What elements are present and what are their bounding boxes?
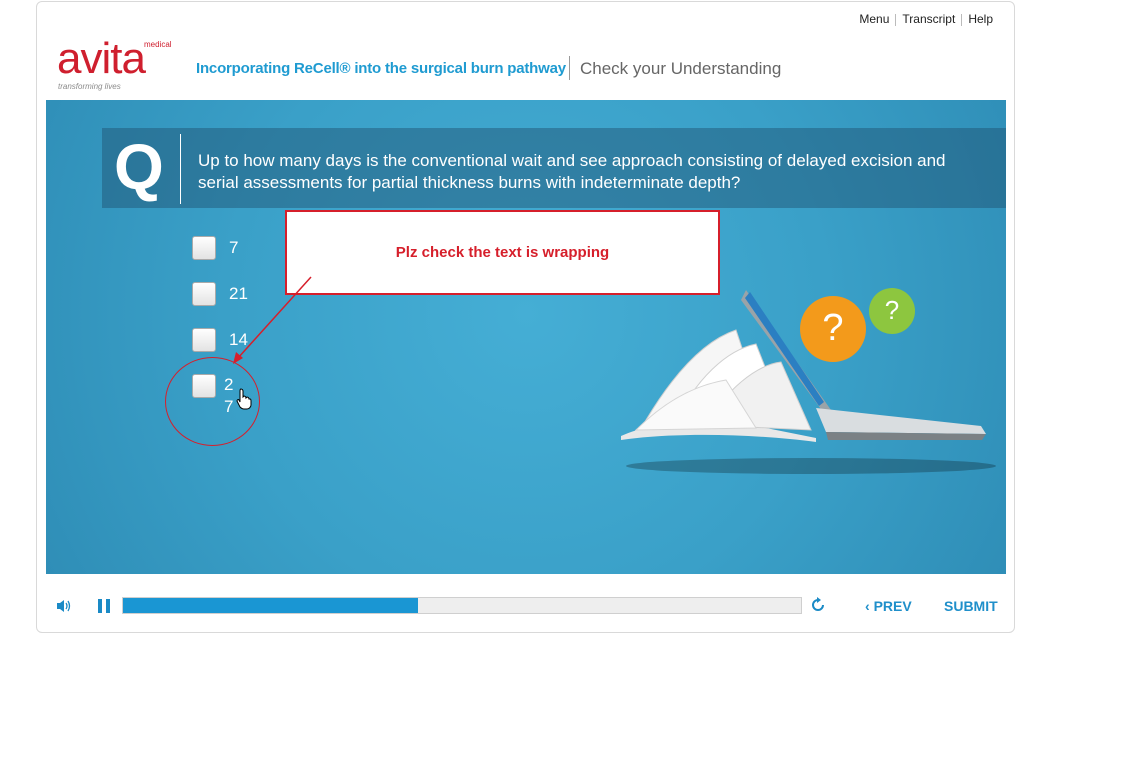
prev-button[interactable]: ‹ PREV [865,598,912,614]
logo-medical-text: medical [144,40,172,49]
logo-tagline: transforming lives [58,82,121,91]
answer-option-2[interactable]: 21 [192,282,248,306]
playback-controls: ‹ PREV SUBMIT [37,592,1016,622]
review-annotation-box: Plz check the text is wrapping [285,210,720,295]
progress-fill [123,598,418,613]
transcript-link[interactable]: Transcript [896,12,961,26]
top-nav: Menu Transcript Help [853,12,999,26]
chevron-left-icon: ‹ [865,598,874,614]
question-text: Up to how many days is the conventional … [198,151,946,192]
book-laptop-illustration [621,290,996,474]
question-bubble-orange: ? [800,296,866,362]
annotation-text: Plz check the text is wrapping [395,244,610,261]
menu-link[interactable]: Menu [853,12,895,26]
cursor-hand-icon [236,388,252,410]
answer-option-3[interactable]: 14 [192,328,248,352]
option-label: 7 [229,238,239,257]
option-label: 21 [229,284,248,303]
question-divider [180,134,181,204]
course-title: Incorporating ReCell® into the surgical … [196,60,566,77]
progress-bar[interactable] [122,597,802,614]
answer-option-1[interactable]: 7 [192,236,238,260]
replay-icon[interactable] [809,596,827,614]
volume-icon[interactable] [56,599,72,613]
prev-label: PREV [873,598,912,614]
logo-wordmark: avita [57,34,146,83]
option-checkbox[interactable] [192,282,216,306]
course-player: Menu Transcript Help medical avita trans… [36,1,1015,633]
submit-button[interactable]: SUBMIT [944,598,998,614]
option-label: 14 [229,330,248,349]
question-bubble-green: ? [869,288,915,334]
help-link[interactable]: Help [962,12,999,26]
question-bar: Q Up to how many days is the conventiona… [102,128,1006,208]
option-checkbox[interactable] [192,236,216,260]
slide-stage: Q Up to how many days is the conventiona… [46,100,1006,574]
avita-logo: medical avita transforming lives [57,34,175,92]
pause-icon[interactable] [98,599,110,613]
title-divider [569,56,570,80]
question-letter: Q [114,131,164,203]
option-checkbox[interactable] [192,328,216,352]
section-title: Check your Understanding [580,59,782,78]
